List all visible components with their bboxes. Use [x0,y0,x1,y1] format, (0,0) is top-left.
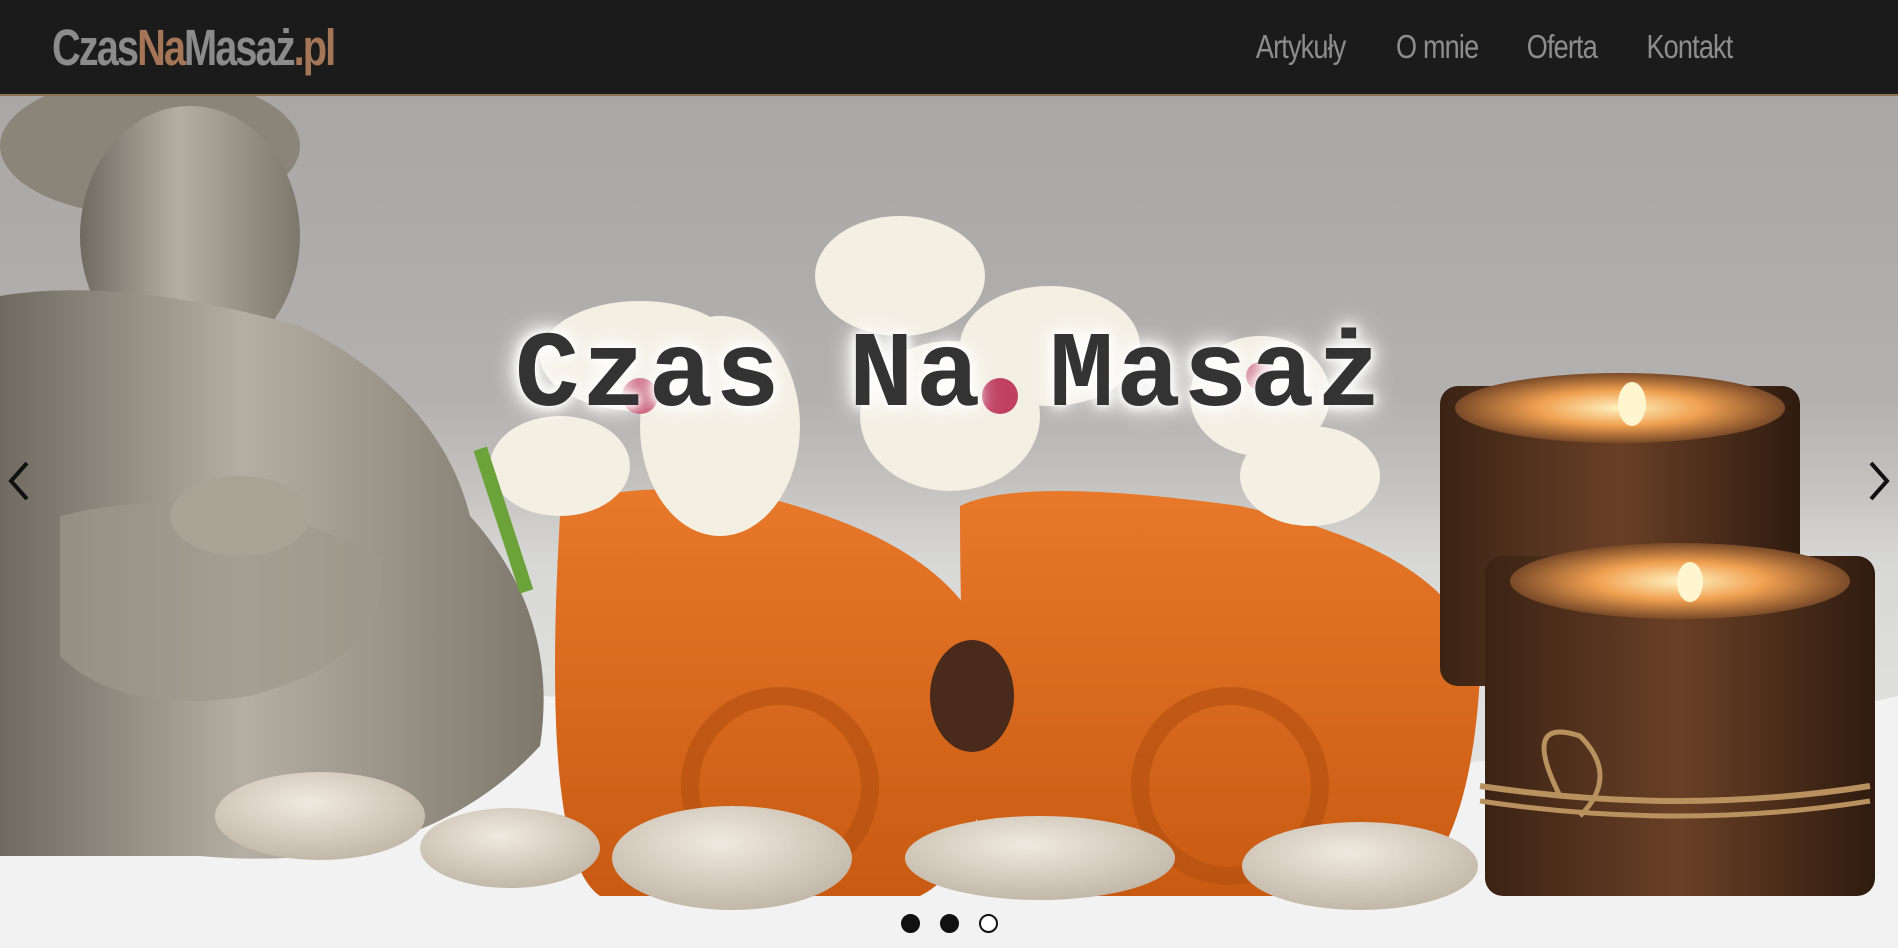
hero-carousel: Czas Na Masaż [0,96,1898,948]
carousel-indicator-2[interactable] [939,914,959,933]
nav-link-artykuly[interactable]: Artykuły [1255,28,1345,66]
carousel-prev-button[interactable] [0,446,40,516]
nav-link-kontakt[interactable]: Kontakt [1647,28,1734,66]
chevron-right-icon [1869,461,1890,501]
logo-part-na: Na [137,18,186,76]
carousel-next-button[interactable] [1858,446,1898,516]
top-navbar: Czas Na Masaż .pl Artykuły O mnie Oferta Ko… [0,0,1898,96]
nav-menu: Artykuły O mnie Oferta Kontakt [1246,22,1742,72]
carousel-indicator-1[interactable] [900,914,920,933]
wooden-candles [1440,373,1875,896]
nav-link-oferta[interactable]: Oferta [1527,28,1598,66]
logo-part-czas: Czas [52,18,139,76]
carousel-indicator-3[interactable] [978,914,998,933]
carousel-indicators [0,914,1898,933]
logo-part-masaz: Masaż [184,18,296,76]
nav-link-o-mnie[interactable]: O mnie [1396,28,1479,66]
hero-title: Czas Na Masaż [514,316,1384,438]
chevron-left-icon [8,461,29,501]
buddha-statue [0,96,544,859]
hero-image [0,96,1898,948]
logo-part-domain: .pl [293,18,337,76]
site-logo[interactable]: Czas Na Masaż .pl [52,16,337,78]
